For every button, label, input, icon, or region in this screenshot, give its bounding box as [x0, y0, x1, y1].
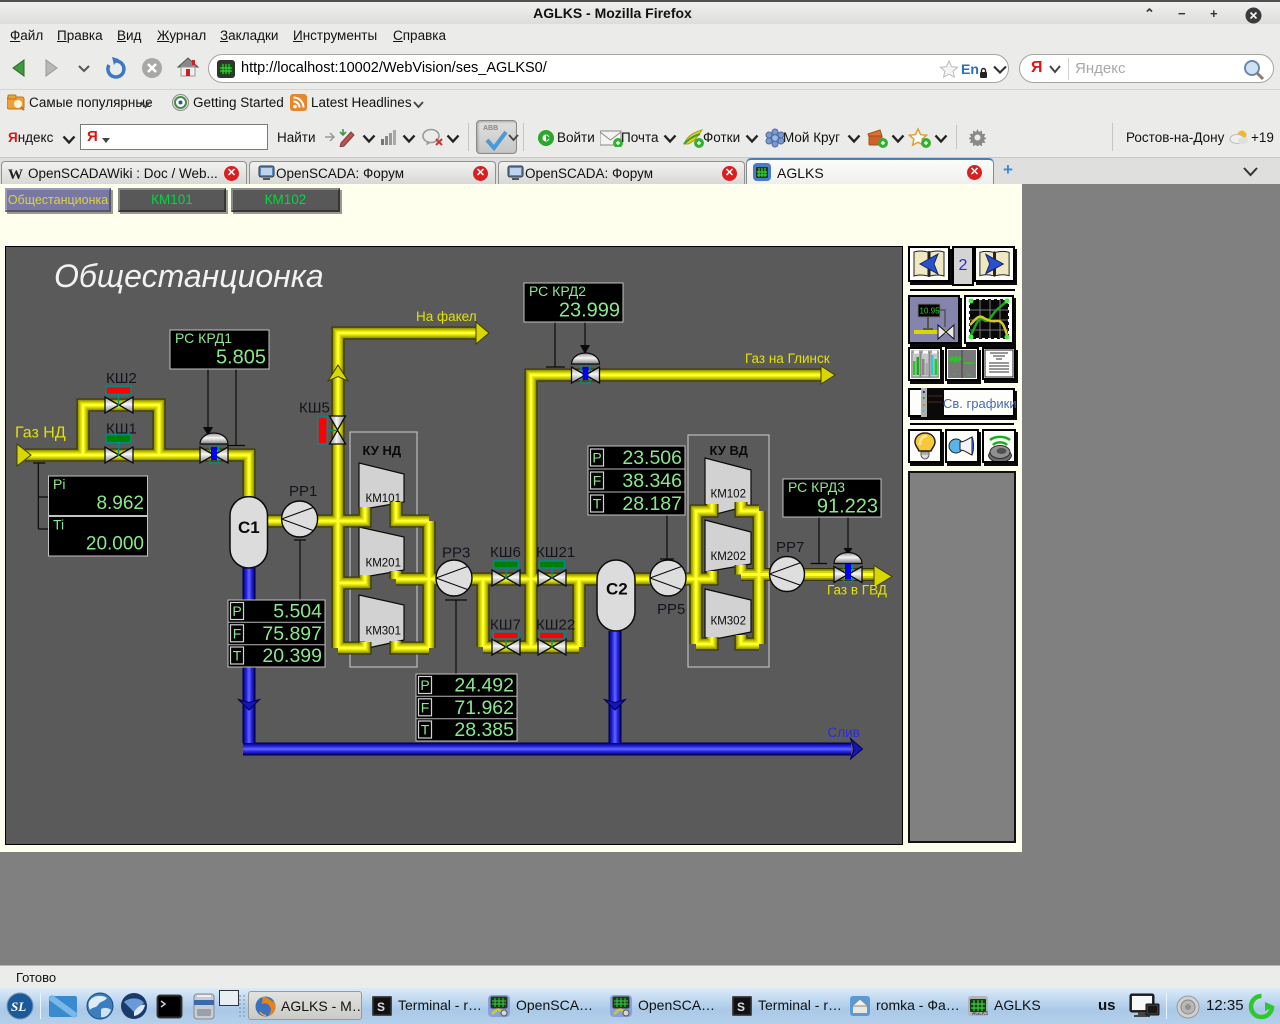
svg-text:КУ НД: КУ НД	[363, 443, 402, 458]
svg-text:71.962: 71.962	[454, 697, 514, 719]
svg-text:28.187: 28.187	[622, 493, 682, 515]
svg-text:5.504: 5.504	[273, 601, 322, 623]
svg-text:КМ302: КМ302	[711, 616, 746, 628]
svg-text:8.962: 8.962	[96, 493, 144, 514]
svg-text:20.399: 20.399	[262, 645, 322, 667]
svg-text:75.897: 75.897	[262, 623, 322, 645]
svg-text:F: F	[233, 625, 242, 641]
svg-text:S: S	[737, 1000, 745, 1014]
svg-text:Слив: Слив	[828, 725, 860, 740]
svg-text:SL: SL	[11, 999, 26, 1014]
svg-text:T: T	[593, 496, 602, 512]
svg-text:РС КРД1: РС КРД1	[175, 330, 232, 346]
svg-text:РР5: РР5	[657, 601, 685, 618]
svg-text:23.506: 23.506	[622, 447, 682, 469]
svg-text:КШ2: КШ2	[106, 370, 137, 387]
svg-text:W: W	[8, 167, 23, 181]
svg-text:Газ в ГВД: Газ в ГВД	[827, 583, 887, 598]
svg-text:P: P	[232, 603, 241, 619]
svg-text:Pi: Pi	[53, 476, 65, 492]
svg-text:КШ1: КШ1	[106, 421, 137, 438]
svg-text:КМ101: КМ101	[366, 493, 401, 505]
svg-text:С1: С1	[238, 518, 260, 537]
svg-text:КМ201: КМ201	[366, 558, 401, 570]
svg-text:КМ301: КМ301	[366, 626, 401, 638]
svg-text:КШ21: КШ21	[536, 544, 575, 561]
svg-text:КМ202: КМ202	[711, 551, 746, 563]
svg-text:P: P	[420, 677, 429, 693]
svg-text:Газ НД: Газ НД	[15, 425, 66, 442]
svg-text:S: S	[377, 1000, 385, 1014]
svg-text:КШ5: КШ5	[299, 400, 330, 417]
svg-text:КШ7: КШ7	[490, 617, 521, 634]
svg-text:КУ ВД: КУ ВД	[710, 443, 749, 458]
svg-text:28.385: 28.385	[454, 719, 514, 741]
svg-text:КМ102: КМ102	[711, 489, 746, 501]
svg-text:5.805: 5.805	[216, 347, 266, 369]
svg-text:Газ на Глинск: Газ на Глинск	[745, 351, 830, 366]
svg-text:На факел: На факел	[416, 309, 477, 324]
svg-text:РС КРД3: РС КРД3	[788, 479, 845, 495]
svg-text:РС КРД2: РС КРД2	[529, 283, 586, 299]
svg-text:38.346: 38.346	[622, 470, 682, 492]
svg-text:P: P	[592, 450, 601, 466]
svg-text:10.95: 10.95	[920, 307, 941, 316]
svg-text:РР1: РР1	[289, 483, 317, 500]
svg-text:С2: С2	[606, 580, 628, 599]
svg-text:РР3: РР3	[442, 545, 470, 562]
svg-text:En: En	[961, 61, 979, 77]
svg-text:AGLKS: AGLKS	[972, 1011, 988, 1016]
svg-text:91.223: 91.223	[817, 496, 878, 518]
svg-text:КШ22: КШ22	[536, 617, 575, 634]
svg-text:T: T	[421, 722, 430, 738]
svg-text:РР7: РР7	[776, 539, 804, 556]
svg-text:Ti: Ti	[53, 517, 64, 533]
svg-text:F: F	[421, 699, 430, 715]
svg-text:Общестанционка: Общестанционка	[54, 258, 324, 294]
svg-text:20.000: 20.000	[86, 534, 144, 555]
svg-text:КШ6: КШ6	[490, 544, 521, 561]
svg-text:F: F	[593, 473, 602, 489]
svg-text:24.492: 24.492	[454, 675, 514, 697]
svg-text:23.999: 23.999	[559, 300, 620, 322]
svg-text:T: T	[233, 648, 242, 664]
